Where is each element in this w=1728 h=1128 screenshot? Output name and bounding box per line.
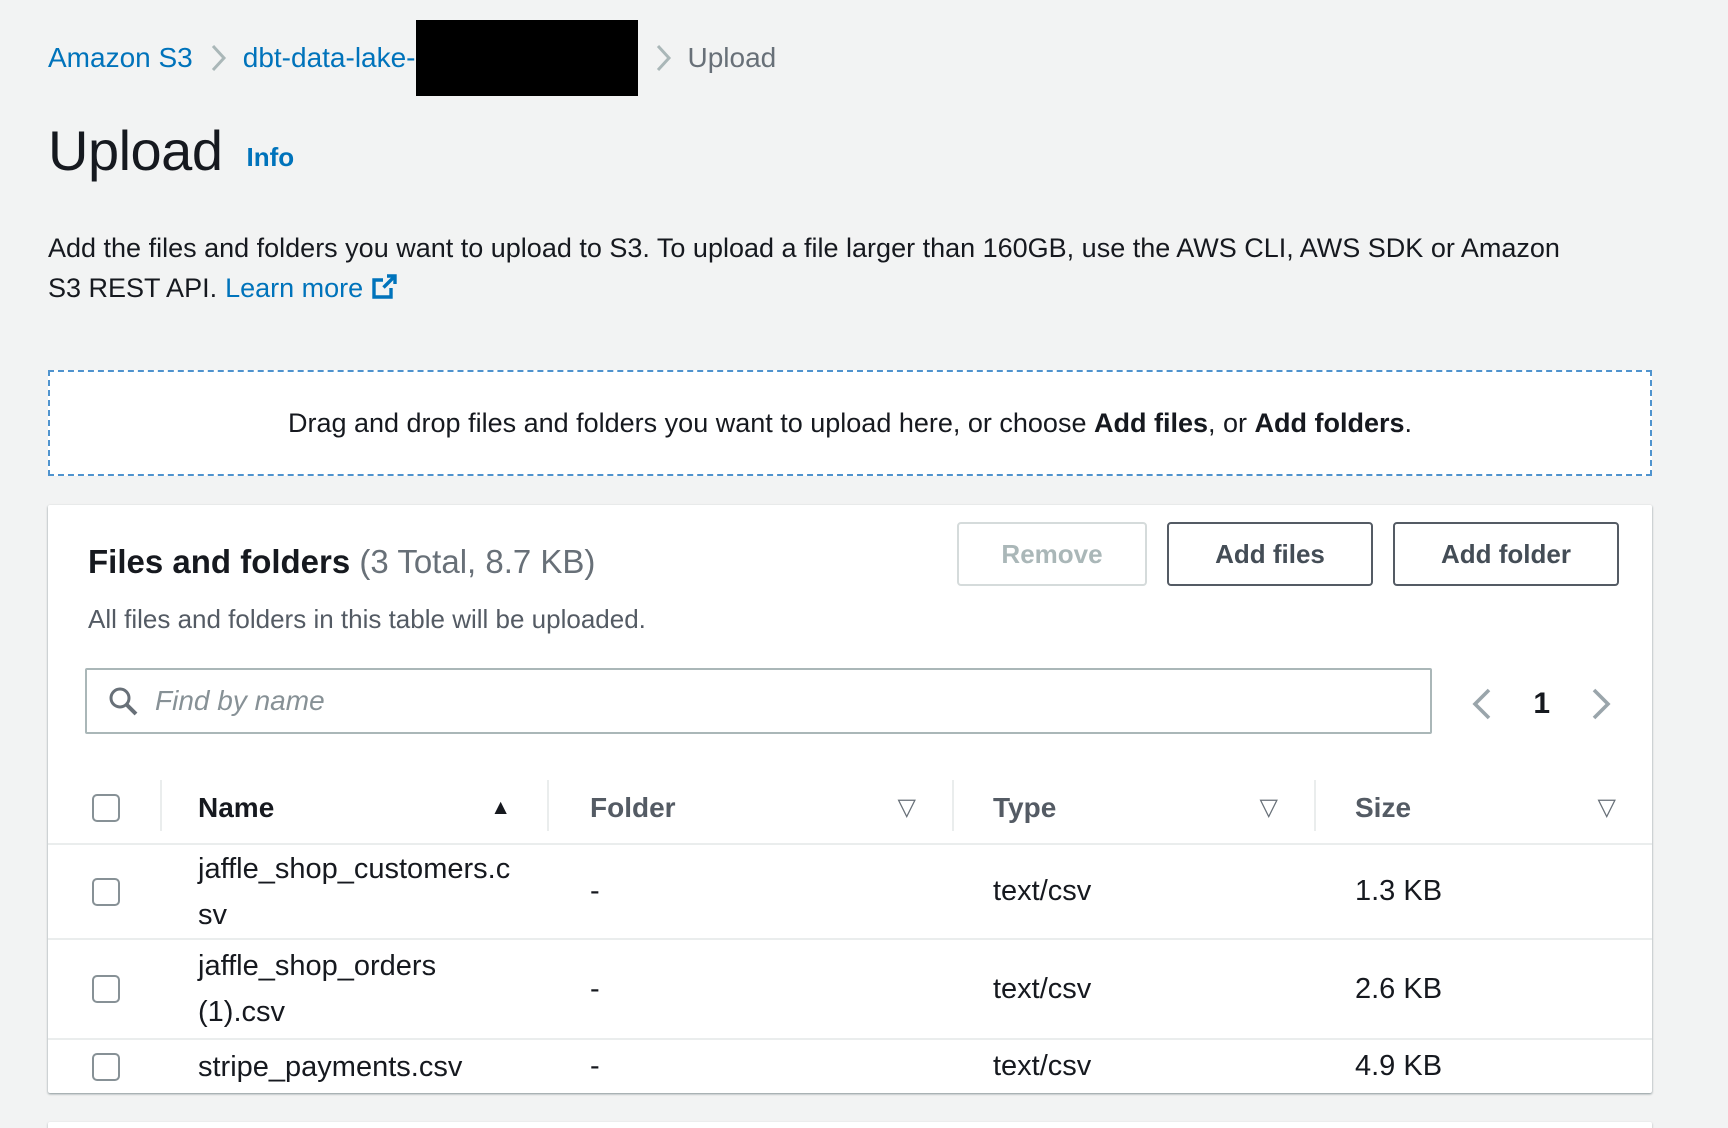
sort-ascending-icon: ▲ [490,796,511,820]
upload-dropzone[interactable]: Drag and drop files and folders you want… [48,370,1652,476]
column-header-folder[interactable]: Folder ▽ [547,770,952,845]
row-checkbox[interactable] [92,1053,120,1081]
page-number-button[interactable]: 1 [1533,687,1550,721]
page-header: Upload Info [48,118,294,183]
breadcrumb-chevron-icon [209,43,227,73]
column-header-type[interactable]: Type ▽ [952,770,1314,845]
learn-more-link[interactable]: Learn more [225,273,363,303]
breadcrumb-current: Upload [688,42,777,74]
description-line1: Add the files and folders you want to up… [48,233,1560,263]
breadcrumb-chevron-icon [654,43,672,73]
panel-title: Files and folders (3 Total, 8.7 KB) [88,543,595,581]
breadcrumb: Amazon S3 dbt-data-lake- Upload [48,20,776,96]
filter-down-icon: ▽ [1260,793,1278,822]
cell-name: stripe_payments.csv [160,1044,547,1090]
breadcrumb-amazon-s3-link[interactable]: Amazon S3 [48,42,193,74]
cell-size: 1.3 KB [1314,875,1652,908]
table-header-row: Name ▲ Folder ▽ Type ▽ Size ▽ [48,770,1652,845]
info-link[interactable]: Info [246,142,294,173]
table-row: jaffle_shop_orders (1).csv - text/csv 2.… [48,940,1652,1040]
filter-down-icon: ▽ [1598,793,1616,822]
panel-actions: Remove Add files Add folder [957,522,1619,586]
table-body: jaffle_shop_customers.csv - text/csv 1.3… [48,845,1652,1093]
cell-size: 2.6 KB [1314,973,1652,1006]
cell-name: jaffle_shop_customers.csv [160,846,547,938]
search-icon [107,685,139,717]
panel-subtitle: All files and folders in this table will… [88,604,646,635]
column-header-name[interactable]: Name ▲ [160,770,547,845]
s3-upload-page: Amazon S3 dbt-data-lake- Upload Upload I… [0,0,1728,1128]
description-line2: S3 REST API. [48,273,217,303]
chevron-right-icon [1590,687,1612,721]
search-input[interactable] [85,668,1432,734]
table-row: stripe_payments.csv - text/csv 4.9 KB [48,1040,1652,1093]
dropzone-text: Drag and drop files and folders you want… [288,408,1412,439]
cell-folder: - [547,875,952,908]
add-folder-button[interactable]: Add folder [1393,522,1619,586]
page-description: Add the files and folders you want to up… [48,228,1648,311]
external-link-icon [371,271,398,311]
next-page-button[interactable] [1586,683,1616,725]
breadcrumb-bucket-link[interactable]: dbt-data-lake- [243,42,416,74]
row-checkbox[interactable] [92,975,120,1003]
next-section-card [48,1122,1652,1128]
files-and-folders-panel: Files and folders (3 Total, 8.7 KB) All … [48,505,1652,1093]
page-title: Upload [48,118,222,183]
previous-page-button[interactable] [1467,683,1497,725]
cell-type: text/csv [952,1050,1314,1083]
search-bar [85,668,1432,734]
row-checkbox[interactable] [92,878,120,906]
select-all-checkbox[interactable] [92,794,120,822]
cell-size: 4.9 KB [1314,1050,1652,1083]
redaction-box [416,20,638,96]
pagination: 1 [1467,683,1616,725]
chevron-left-icon [1471,687,1493,721]
cell-folder: - [547,973,952,1006]
add-files-button[interactable]: Add files [1167,522,1373,586]
cell-name: jaffle_shop_orders (1).csv [160,943,547,1035]
cell-type: text/csv [952,875,1314,908]
table-header-checkbox-cell [48,794,160,822]
remove-button[interactable]: Remove [957,522,1147,586]
cell-folder: - [547,1050,952,1083]
filter-down-icon: ▽ [898,793,916,822]
column-header-size[interactable]: Size ▽ [1314,770,1652,845]
cell-type: text/csv [952,973,1314,1006]
table-row: jaffle_shop_customers.csv - text/csv 1.3… [48,845,1652,940]
